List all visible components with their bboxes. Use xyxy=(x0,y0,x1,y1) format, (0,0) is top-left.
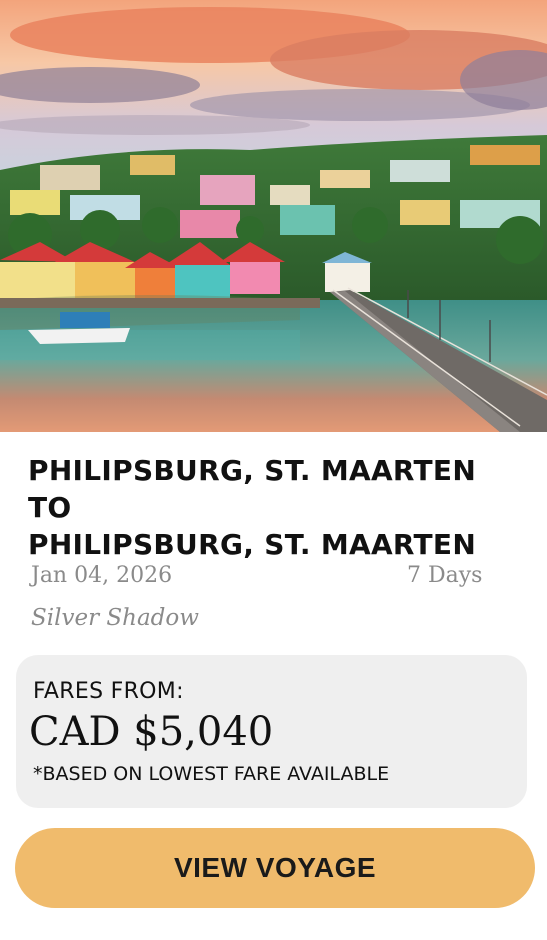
voyage-card: PHILIPSBURG, ST. MAARTEN TO PHILIPSBURG,… xyxy=(0,0,547,940)
destination-photo xyxy=(0,0,547,432)
ship-name: Silver Shadow xyxy=(31,605,199,631)
fare-disclaimer: *BASED ON LOWEST FARE AVAILABLE xyxy=(33,763,390,785)
fare-panel: FARES FROM: CAD $5,040 *BASED ON LOWEST … xyxy=(16,655,527,808)
voyage-duration: 7 Days xyxy=(407,563,483,588)
voyage-title-line-1: PHILIPSBURG, ST. MAARTEN TO xyxy=(28,454,477,524)
departure-date: Jan 04, 2026 xyxy=(31,563,173,588)
voyage-title: PHILIPSBURG, ST. MAARTEN TO PHILIPSBURG,… xyxy=(28,452,528,563)
fare-price: CAD $5,040 xyxy=(29,709,274,755)
view-voyage-button[interactable]: VIEW VOYAGE xyxy=(15,828,535,908)
fare-label: FARES FROM: xyxy=(33,679,184,704)
voyage-title-line-2: PHILIPSBURG, ST. MAARTEN xyxy=(28,528,477,561)
